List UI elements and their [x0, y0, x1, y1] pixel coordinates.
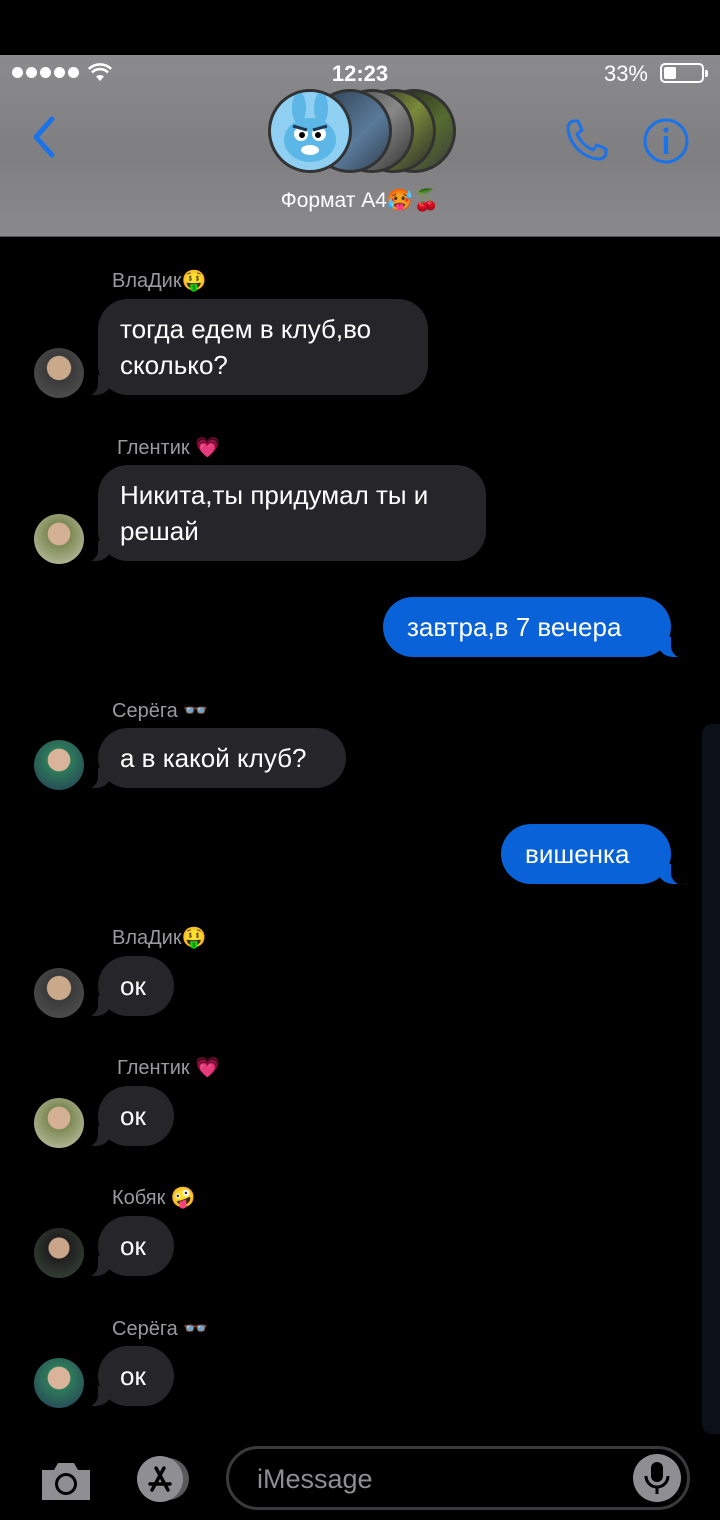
- message-sender: Глентик 💗: [117, 1057, 221, 1079]
- message-bubble-outgoing: завтра,в 7 вечера: [383, 597, 685, 658]
- app-store-button[interactable]: [130, 1456, 196, 1502]
- conversation-header: 12:23 33% Формат А4🥵🍒: [0, 55, 720, 237]
- avatar[interactable]: [34, 1098, 84, 1148]
- info-icon[interactable]: [642, 117, 690, 165]
- avatar[interactable]: [34, 968, 84, 1018]
- input-bar: [0, 1436, 720, 1520]
- message-bubble-incoming: ок: [84, 956, 174, 1017]
- scrollbar[interactable]: [702, 724, 720, 1434]
- message-bubble-outgoing: вишенка: [501, 824, 685, 885]
- camera-icon[interactable]: [38, 1458, 94, 1504]
- message-bubble-incoming: ок: [84, 1216, 174, 1277]
- app-store-icon: [137, 1456, 189, 1502]
- mic-icon: [644, 1462, 670, 1494]
- message-sender: ВлаДик🤑: [112, 270, 207, 292]
- phone-icon[interactable]: [562, 115, 612, 165]
- status-bar: 12:23 33%: [0, 55, 720, 93]
- avatar[interactable]: [34, 348, 84, 398]
- top-black-bar: [0, 0, 720, 55]
- rabbit-avatar-icon: [271, 92, 349, 170]
- message-bubble-incoming: Никита,ты придумал ты и решай: [84, 465, 486, 562]
- message-bubble-incoming: ок: [84, 1346, 174, 1407]
- avatar[interactable]: [34, 740, 84, 790]
- battery-icon: [660, 63, 708, 83]
- mic-button[interactable]: [633, 1454, 681, 1502]
- message-field[interactable]: [226, 1446, 690, 1510]
- message-sender: ВлаДик🤑: [112, 927, 207, 949]
- message-bubble-incoming: ок: [84, 1086, 174, 1147]
- avatar[interactable]: [34, 1228, 84, 1278]
- message-sender: Кобяк 🤪: [112, 1187, 196, 1209]
- message-bubble-incoming: тогда едем в клуб,во сколько?: [84, 299, 428, 396]
- group-name[interactable]: Формат А4🥵🍒: [0, 189, 720, 213]
- back-icon[interactable]: [28, 115, 60, 159]
- group-avatar-main: [268, 89, 352, 173]
- battery-percentage: 33%: [603, 61, 648, 86]
- avatar[interactable]: [34, 514, 84, 564]
- avatar[interactable]: [34, 1358, 84, 1408]
- group-avatars[interactable]: [268, 89, 458, 179]
- message-bubble-incoming: а в какой клуб?: [84, 728, 346, 789]
- message-sender: Серёга 👓: [112, 700, 209, 722]
- message-input[interactable]: [255, 1459, 619, 1499]
- message-sender: Глентик 💗: [117, 437, 221, 459]
- message-sender: Серёга 👓: [112, 1318, 209, 1340]
